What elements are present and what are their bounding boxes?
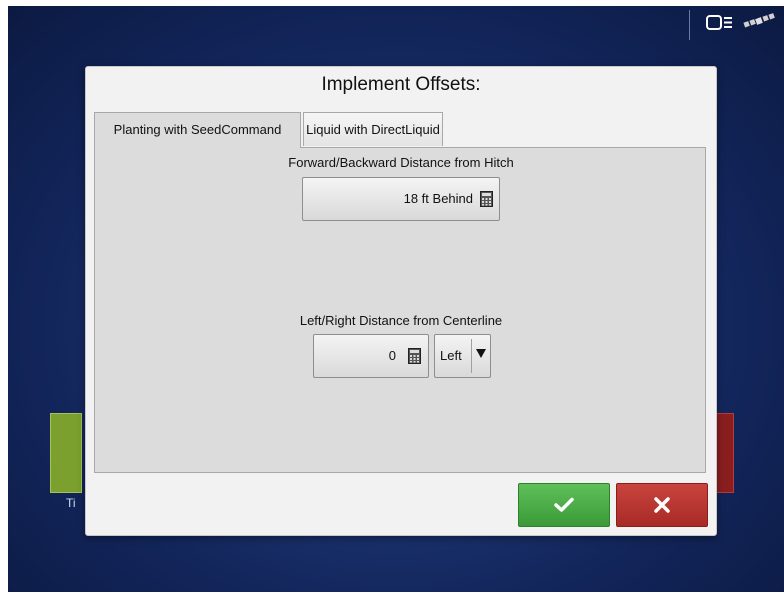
checkmark-icon [554,497,574,512]
tab-panel: Forward/Backward Distance from Hitch 18 … [94,147,706,473]
background-tile-left-label: Ti [66,496,76,510]
forward-backward-distance-button[interactable]: 18 ft Behind [302,177,500,221]
forward-backward-value: 18 ft Behind [403,191,473,206]
implement-offsets-dialog: Implement Offsets: Planting with SeedCom… [85,66,717,536]
gps-satellite-icon[interactable] [742,12,778,39]
chevron-down-icon [476,349,486,358]
dialog-title: Implement Offsets: [321,74,481,95]
background-tile-left [50,413,82,493]
left-right-label: Left/Right Distance from Centerline [299,313,503,328]
calculator-icon [480,191,493,207]
status-bar [706,12,778,39]
direction-dropdown[interactable]: Left [434,334,491,378]
forward-backward-label: Forward/Backward Distance from Hitch [288,155,514,170]
direction-value: Left [440,348,462,363]
ok-button[interactable] [518,483,610,527]
tab-planting-seedcommand[interactable]: Planting with SeedCommand [94,112,301,148]
tab-liquid-directliquid[interactable]: Liquid with DirectLiquid [303,112,443,146]
left-right-value: 0 [388,348,396,363]
calculator-icon [408,348,421,364]
frame-left [0,0,8,592]
display-icon[interactable] [706,13,734,38]
cancel-button[interactable] [616,483,708,527]
x-icon [654,497,670,513]
status-divider [689,10,690,40]
left-right-distance-button[interactable]: 0 [313,334,429,378]
dropdown-separator [471,339,472,373]
